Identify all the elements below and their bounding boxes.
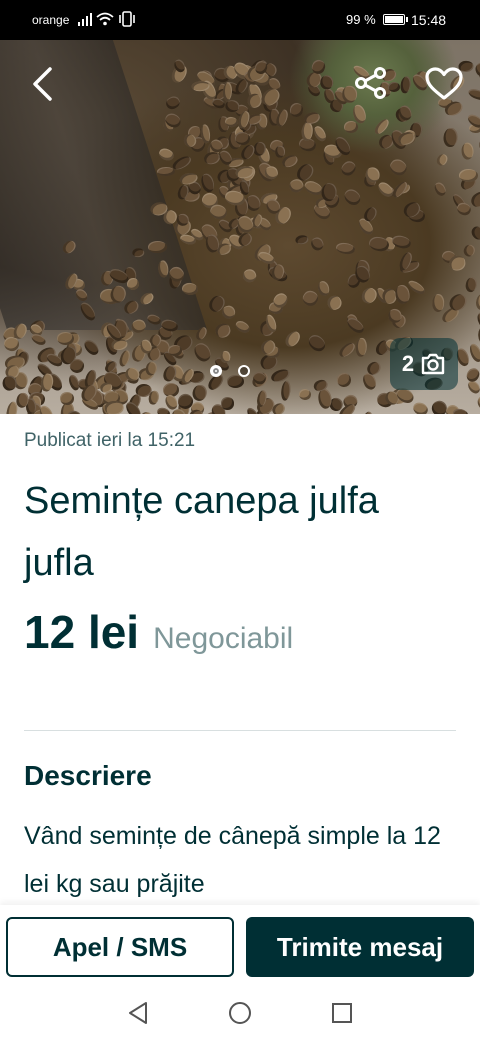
system-nav-bar — [0, 985, 480, 1040]
send-message-button[interactable]: Trimite mesaj — [246, 917, 474, 977]
battery-percent: 99 % — [346, 12, 376, 27]
pager-dot[interactable] — [238, 365, 250, 377]
photo-pager — [210, 365, 250, 377]
vibrate-icon — [118, 11, 136, 30]
section-divider — [24, 730, 456, 731]
wifi-icon — [96, 12, 114, 29]
clock: 15:48 — [411, 12, 447, 28]
price-amount: 12 lei — [24, 606, 140, 658]
published-date: Publicat ieri la 15:21 — [24, 430, 196, 451]
status-bar: orange 99 % 15:48 — [0, 0, 480, 40]
price-row: 12 lei Negociabil — [24, 605, 293, 659]
pager-dot[interactable] — [210, 365, 222, 377]
negotiable-label: Negociabil — [153, 622, 294, 655]
heart-icon — [425, 67, 463, 100]
carrier-label: orange — [32, 13, 70, 27]
nav-back-button[interactable] — [126, 1001, 150, 1025]
photo-count: 2 — [401, 351, 415, 376]
battery-icon — [383, 14, 408, 25]
listing-title: Semințe canepa julfa jufla — [24, 480, 379, 584]
description-heading: Descriere — [24, 760, 152, 791]
battery-level — [385, 16, 403, 23]
favorite-button[interactable] — [422, 62, 466, 106]
action-bar: Apel / SMS Trimite mesaj — [0, 905, 480, 985]
circle-home-icon — [229, 1002, 251, 1024]
call-sms-button[interactable]: Apel / SMS — [6, 917, 234, 977]
description-text: Vând semințe de cânepă simple la 12 lei … — [24, 822, 441, 898]
nav-home-button[interactable] — [228, 1001, 252, 1025]
chevron-left-icon — [33, 67, 52, 101]
nav-recents-button[interactable] — [330, 1001, 354, 1025]
listing-photo[interactable]: 2 — [0, 40, 480, 414]
square-recents-icon — [332, 1003, 352, 1023]
share-icon — [355, 67, 386, 99]
photo-count-badge[interactable]: 2 — [390, 338, 458, 390]
camera-icon — [421, 353, 445, 375]
back-button[interactable] — [22, 64, 62, 104]
signal-icon — [78, 12, 92, 26]
triangle-back-icon — [129, 1002, 147, 1024]
share-button[interactable] — [350, 62, 392, 104]
